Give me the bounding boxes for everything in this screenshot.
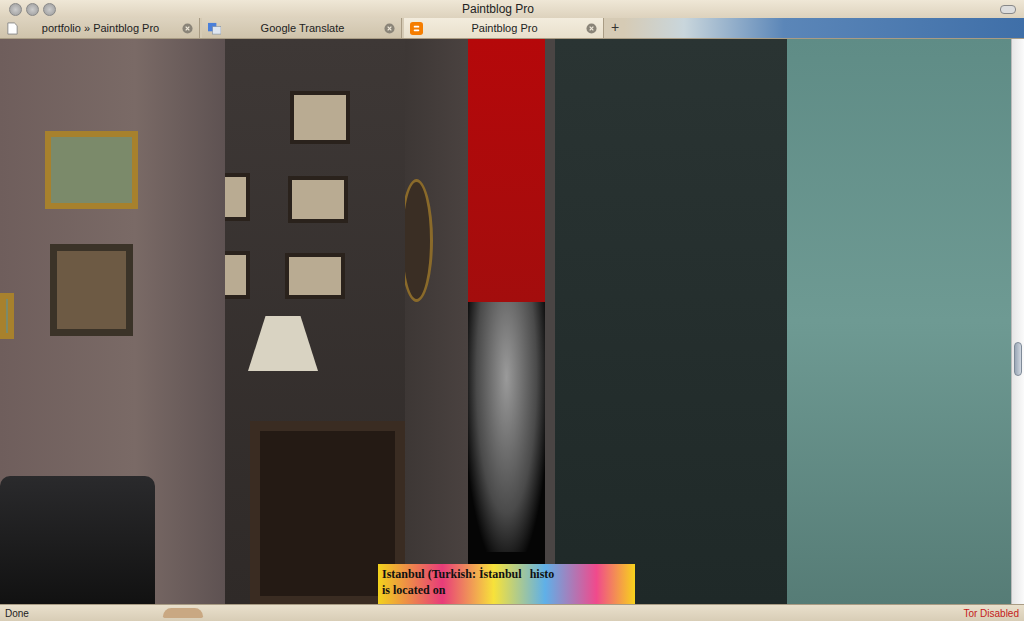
scroll-thumb[interactable] — [1014, 342, 1022, 376]
status-bar: Done Tor Disabled — [0, 604, 1024, 621]
new-tab-button[interactable]: + — [606, 18, 624, 38]
wall-corner — [405, 39, 468, 604]
caption-text: is located on — [382, 582, 445, 598]
close-tab-icon[interactable] — [384, 23, 395, 34]
wall-room — [225, 39, 405, 604]
tab-label: Paintblog Pro — [429, 22, 580, 34]
edge-frame — [0, 293, 14, 339]
window-controls — [0, 3, 56, 16]
small-frame — [288, 176, 348, 223]
speckle-panel — [468, 302, 545, 552]
small-frame — [290, 91, 350, 144]
wall-left — [0, 39, 225, 604]
close-tab-icon[interactable] — [182, 23, 193, 34]
browser-window: Paintblog Pro portfolio » Paintblog Pro Go… — [0, 0, 1024, 621]
translate-icon — [208, 22, 221, 35]
page-content: Istanbul (Turkish: İstanbul histo is locat… — [0, 39, 1024, 604]
red-panel — [468, 39, 545, 302]
caption-banner[interactable]: Istanbul (Turkish: İstanbul histo is locat… — [378, 564, 635, 604]
wall-edge — [545, 39, 555, 604]
window-title: Paintblog Pro — [56, 2, 940, 16]
caption-line: is located on — [382, 582, 631, 598]
caption-line: Istanbul (Turkish: İstanbul histo — [382, 566, 631, 582]
tab-label: Google Translate — [227, 22, 378, 34]
shell-icon — [163, 608, 203, 618]
tab[interactable]: Google Translate — [202, 18, 402, 38]
wall-teal-light — [787, 39, 1011, 604]
caption-text: histo — [530, 566, 555, 582]
theme-image — [624, 18, 1024, 38]
title-bar: Paintblog Pro — [0, 0, 1024, 18]
tab[interactable]: portfolio » Paintblog Pro — [0, 18, 200, 38]
minimize-button[interactable] — [26, 3, 39, 16]
tab-bar: portfolio » Paintblog Pro Google Translat… — [0, 18, 1024, 39]
blogger-icon — [410, 22, 423, 35]
web-page: Istanbul (Turkish: İstanbul histo is locat… — [0, 39, 1011, 604]
close-button[interactable] — [9, 3, 22, 16]
toolbar-toggle[interactable] — [1000, 5, 1016, 14]
caption-text: Istanbul (Turkish: İstanbul — [382, 566, 522, 582]
landscape-frame — [45, 131, 138, 209]
zoom-button[interactable] — [43, 3, 56, 16]
lamp-shade — [248, 316, 318, 371]
close-tab-icon[interactable] — [586, 23, 597, 34]
portrait-frame — [50, 244, 133, 336]
vertical-scrollbar[interactable] — [1011, 39, 1024, 604]
status-text: Done — [5, 608, 155, 619]
tab-label: portfolio » Paintblog Pro — [25, 22, 176, 34]
small-frame — [225, 173, 250, 221]
sofa — [0, 476, 155, 604]
art-strip — [468, 39, 545, 604]
wall-teal-dark — [555, 39, 787, 604]
page-icon — [6, 22, 19, 35]
tor-status[interactable]: Tor Disabled — [963, 608, 1019, 619]
small-frame — [225, 251, 250, 299]
round-mirror — [405, 179, 433, 302]
small-frame — [285, 253, 345, 299]
tab[interactable]: Paintblog Pro — [404, 18, 604, 38]
